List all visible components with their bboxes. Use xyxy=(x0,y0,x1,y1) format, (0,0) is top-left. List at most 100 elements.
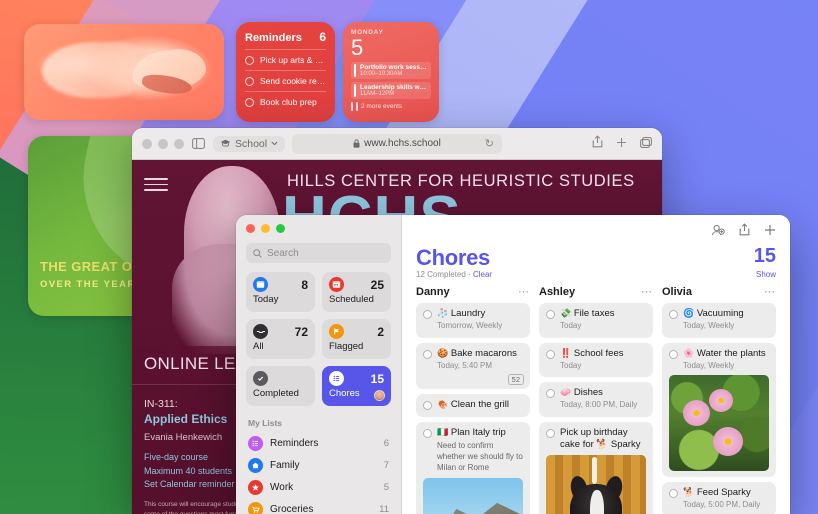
reminders-widget-header: Reminders 6 xyxy=(245,30,326,44)
smart-list-label: Today xyxy=(253,294,279,305)
column-menu-button[interactable]: ⋯ xyxy=(641,287,653,297)
clear-button[interactable]: Clear xyxy=(473,270,492,279)
share-icon[interactable] xyxy=(592,134,603,153)
checkbox-circle-icon[interactable] xyxy=(245,76,254,86)
minimize-button[interactable] xyxy=(261,224,270,233)
reminder-card[interactable]: 🌸 Water the plants Today, Weekly xyxy=(662,342,776,478)
desktop: THE GREAT OUTDOORS OVER THE YEARS Remind… xyxy=(0,0,818,514)
reminder-emoji: 🧼 xyxy=(560,387,572,398)
reminder-title: Clean the grill xyxy=(450,399,509,411)
reminders-widget-item[interactable]: Send cookie reci... xyxy=(245,70,326,91)
reminders-app-window[interactable]: Search 8 Today 25 Scheduled 72 All 2 Fla… xyxy=(236,215,790,514)
tab-overview-icon[interactable] xyxy=(640,135,652,153)
calendar-event[interactable]: Leadership skills wor... 11AM–12PM xyxy=(351,82,431,100)
column-ashley: Ashley ⋯ 💸 File taxes Today ‼️ School fe… xyxy=(539,286,653,514)
add-reminder-button[interactable] xyxy=(764,223,776,241)
calendar-widget[interactable]: MONDAY 5 Portfolio work session 10:00–10… xyxy=(343,22,439,122)
reminder-card[interactable]: 🧼 Dishes Today, 8:00 PM, Daily xyxy=(539,382,653,417)
list-item-work[interactable]: Work 5 xyxy=(246,476,391,498)
address-bar[interactable]: www.hchs.school ↻ xyxy=(292,133,502,154)
reminder-subtitle: Today, Weekly xyxy=(683,321,735,331)
reminders-widget-item-label: Pick up arts & cr... xyxy=(260,55,326,65)
reminder-card[interactable]: ‼️ School fees Today xyxy=(539,342,653,378)
tab-group-button[interactable]: School xyxy=(213,135,286,152)
reminder-emoji: ‼️ xyxy=(560,347,572,358)
reminder-attachment-image[interactable] xyxy=(669,375,769,472)
reminder-checkbox[interactable] xyxy=(546,389,555,399)
reminder-card[interactable]: 🧦 Laundry Tomorrow, Weekly xyxy=(416,303,530,338)
photo-widget[interactable] xyxy=(24,24,224,120)
column-olivia: Olivia ⋯ 🌀 Vacuuming Today, Weekly 🌸 Wat… xyxy=(662,286,776,514)
reminder-checkbox[interactable] xyxy=(423,310,432,319)
reminder-title: School fees xyxy=(573,347,624,359)
calendar-event[interactable]: Portfolio work session 10:00–10:30AM xyxy=(351,62,431,80)
reminders-traffic-lights[interactable] xyxy=(246,224,391,233)
show-completed-button[interactable]: Show xyxy=(756,270,776,279)
reminder-checkbox[interactable] xyxy=(669,349,678,359)
reminder-checkbox[interactable] xyxy=(546,349,555,359)
smart-list-label: Flagged xyxy=(329,341,364,352)
smart-lists-grid: 8 Today 25 Scheduled 72 All 2 Flagged Co… xyxy=(246,272,391,406)
smart-list-completed[interactable]: Completed xyxy=(246,366,315,406)
list-item-reminders[interactable]: Reminders 6 xyxy=(246,432,391,454)
reminder-card[interactable]: 🍖 Clean the grill xyxy=(416,394,530,418)
reminder-checkbox[interactable] xyxy=(546,310,555,319)
checkbox-circle-icon[interactable] xyxy=(245,55,254,65)
close-button[interactable] xyxy=(142,138,152,149)
search-input[interactable]: Search xyxy=(246,243,391,263)
safari-traffic-lights[interactable] xyxy=(142,138,184,149)
separator: · xyxy=(468,270,471,279)
smart-list-count: 2 xyxy=(377,324,384,339)
tab-group-label: School xyxy=(235,137,268,150)
smart-list-chores[interactable]: 15 Chores xyxy=(322,366,391,406)
reminder-attachment-image[interactable] xyxy=(423,477,523,514)
reminder-checkbox[interactable] xyxy=(423,349,432,359)
zoom-button[interactable] xyxy=(276,224,285,233)
reminder-checkbox[interactable] xyxy=(423,429,432,439)
close-button[interactable] xyxy=(246,224,255,233)
reminder-card[interactable]: 🌀 Vacuuming Today, Weekly xyxy=(662,303,776,338)
reminder-card[interactable]: 🍪 Bake macarons Today, 5:40 PM 52 xyxy=(416,342,530,390)
reminder-card[interactable]: 🇮🇹 Plan Italy trip Need to confirm wheth… xyxy=(416,422,530,514)
list-item-groceries[interactable]: Groceries 11 xyxy=(246,498,391,514)
reminder-checkbox[interactable] xyxy=(669,310,678,319)
calendar-more-events[interactable]: 2 more events xyxy=(351,102,431,112)
reminders-widget-item[interactable]: Book club prep xyxy=(245,91,326,112)
menu-hamburger-icon[interactable] xyxy=(144,174,168,195)
smart-list-flagged[interactable]: 2 Flagged xyxy=(322,319,391,359)
smart-list-count: 15 xyxy=(370,371,384,386)
reminder-card[interactable]: 💸 File taxes Today xyxy=(539,303,653,338)
checkbox-circle-icon[interactable] xyxy=(245,97,254,107)
zoom-button[interactable] xyxy=(174,138,184,149)
reload-icon[interactable]: ↻ xyxy=(485,137,494,150)
reminder-title: Bake macarons xyxy=(450,347,517,359)
dog-hair-shape xyxy=(42,42,146,98)
list-item-family[interactable]: Family 7 xyxy=(246,454,391,476)
list-subheader: 12 Completed · Clear Show xyxy=(416,270,776,279)
smart-list-scheduled[interactable]: 25 Scheduled xyxy=(322,272,391,312)
column-menu-button[interactable]: ⋯ xyxy=(764,287,776,297)
add-person-icon[interactable] xyxy=(711,223,725,241)
reminders-widget-item[interactable]: Pick up arts & cr... xyxy=(245,49,326,70)
reminder-card[interactable]: Pick up birthday cake for 🐕 Sparky xyxy=(539,421,653,514)
reminders-widget-item-label: Book club prep xyxy=(260,97,317,107)
share-icon[interactable] xyxy=(739,223,750,241)
smart-list-label: All xyxy=(253,341,264,352)
reminders-widget[interactable]: Reminders 6 Pick up arts & cr... Send co… xyxy=(236,22,335,122)
reminders-toolbar xyxy=(416,223,776,241)
smart-list-all[interactable]: 72 All xyxy=(246,319,315,359)
smart-list-today[interactable]: 8 Today xyxy=(246,272,315,312)
reminder-subtitle: Tomorrow, Weekly xyxy=(437,321,503,331)
reminder-checkbox[interactable] xyxy=(669,489,678,499)
reminder-checkbox[interactable] xyxy=(546,428,555,438)
column-menu-button[interactable]: ⋯ xyxy=(518,287,530,297)
sidebar-icon[interactable] xyxy=(192,138,205,149)
reminder-subtitle: Today xyxy=(560,321,582,331)
reminder-checkbox[interactable] xyxy=(423,401,432,411)
reminder-card[interactable]: 🐕 Feed Sparky Today, 5:00 PM, Daily xyxy=(662,482,776,514)
minimize-button[interactable] xyxy=(158,138,168,149)
reminder-title: Dishes xyxy=(573,387,603,399)
new-tab-button[interactable] xyxy=(616,135,627,153)
reminder-attachment-image[interactable] xyxy=(546,454,646,514)
list-count: 7 xyxy=(383,459,389,471)
